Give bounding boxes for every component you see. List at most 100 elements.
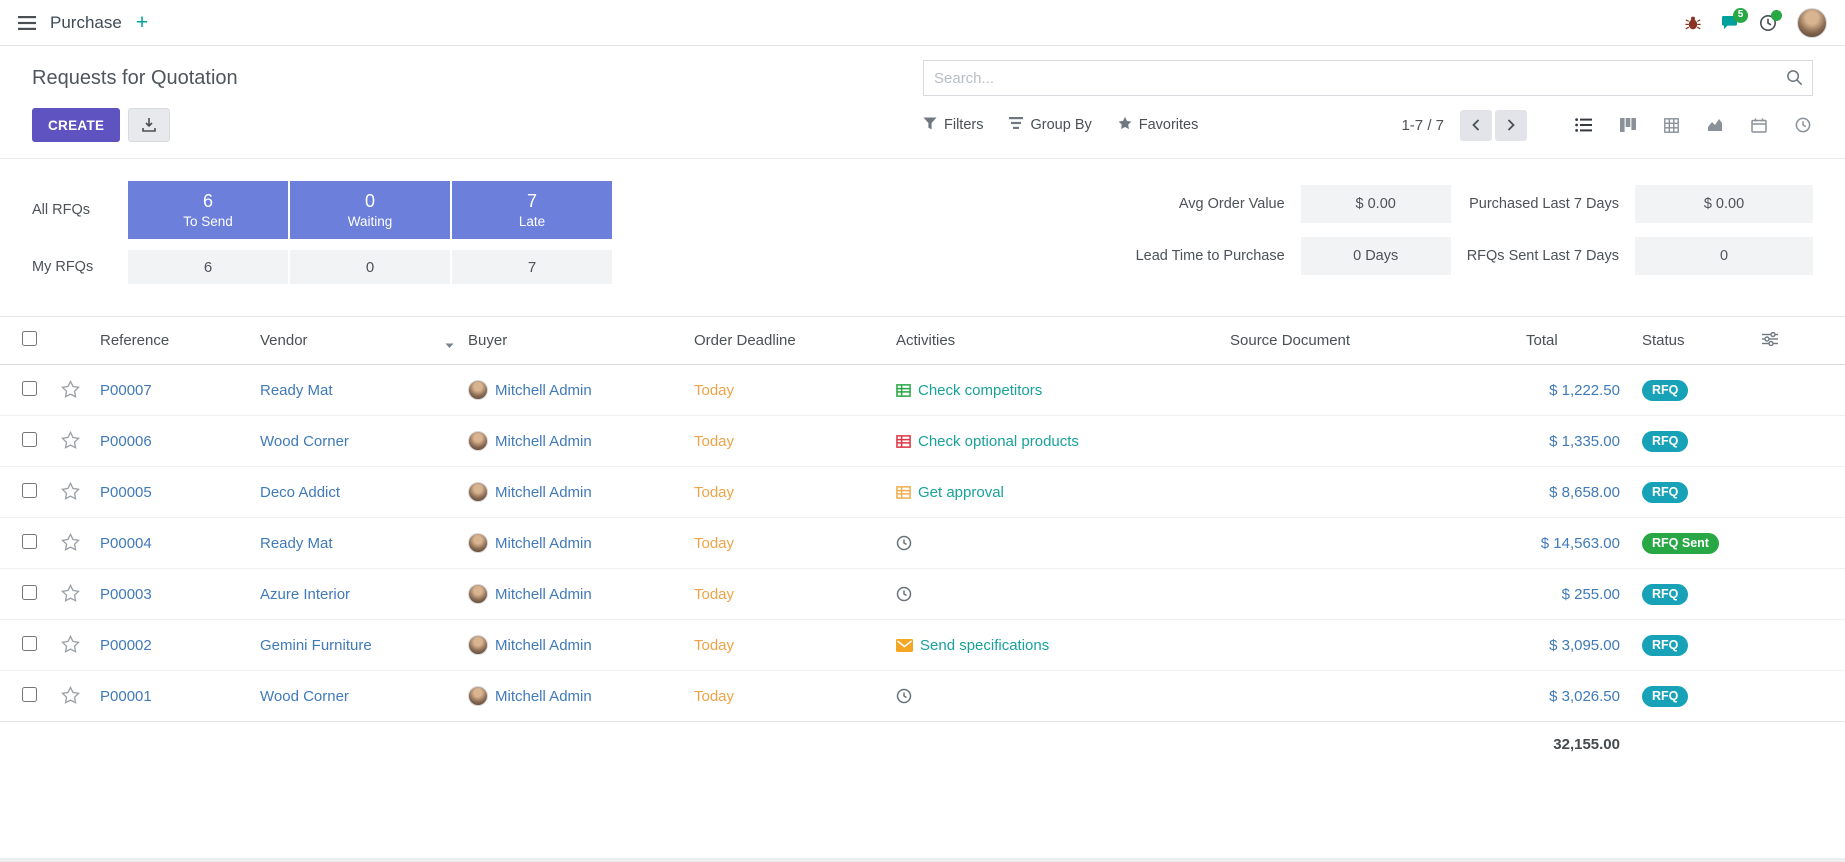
column-header-vendor[interactable]: Vendor [252, 317, 460, 365]
vendor-link[interactable]: Wood Corner [260, 688, 349, 705]
vendor-link[interactable]: Ready Mat [260, 382, 333, 399]
group-by-button[interactable]: Group By [1009, 117, 1091, 133]
favorite-star-icon[interactable] [59, 429, 82, 451]
buyer-link[interactable]: Mitchell Admin [495, 484, 592, 501]
buyer-link[interactable]: Mitchell Admin [495, 688, 592, 705]
card-my-to-send[interactable]: 6 [128, 250, 288, 284]
favorite-star-icon[interactable] [59, 378, 82, 400]
vendor-link[interactable]: Ready Mat [260, 535, 333, 552]
favorite-star-icon[interactable] [59, 582, 82, 604]
view-activity-icon[interactable] [1793, 115, 1813, 135]
total-amount: $ 255.00 [1562, 586, 1620, 603]
activity-label[interactable]: Get approval [918, 484, 1004, 501]
activities-icon[interactable] [1759, 14, 1777, 32]
user-avatar[interactable] [1797, 8, 1827, 38]
reference-link[interactable]: P00001 [100, 688, 152, 705]
stat-label-avg-order-value: Avg Order Value [1136, 196, 1285, 212]
menu-toggle-icon[interactable] [18, 16, 36, 30]
pager-previous-button[interactable] [1460, 110, 1492, 141]
table-row[interactable]: P00003 Azure Interior Mitchell Admin Tod… [0, 569, 1845, 620]
view-kanban-icon[interactable] [1618, 116, 1638, 134]
card-waiting[interactable]: 0 Waiting [290, 181, 450, 239]
activity-label[interactable]: Check competitors [918, 382, 1042, 399]
column-header-reference-label: Reference [100, 332, 169, 349]
column-header-buyer[interactable]: Buyer [460, 317, 686, 365]
table-row[interactable]: P00006 Wood Corner Mitchell Admin Today … [0, 416, 1845, 467]
table-row[interactable]: P00005 Deco Addict Mitchell Admin Today … [0, 467, 1845, 518]
plus-icon[interactable]: + [136, 12, 148, 33]
table-row[interactable]: P00007 Ready Mat Mitchell Admin Today Ch… [0, 365, 1845, 416]
row-checkbox[interactable] [22, 483, 37, 498]
activity-clock-icon[interactable] [896, 535, 912, 551]
buyer-link[interactable]: Mitchell Admin [495, 433, 592, 450]
card-late[interactable]: 7 Late [452, 181, 612, 239]
view-pivot-icon[interactable] [1662, 116, 1681, 135]
reference-link[interactable]: P00004 [100, 535, 152, 552]
view-calendar-icon[interactable] [1749, 116, 1769, 135]
row-checkbox[interactable] [22, 432, 37, 447]
vendor-link[interactable]: Gemini Furniture [260, 637, 372, 654]
reference-link[interactable]: P00003 [100, 586, 152, 603]
select-all-checkbox[interactable] [22, 331, 37, 346]
activity-clock-icon[interactable] [896, 586, 912, 602]
optional-columns-icon[interactable] [1762, 333, 1778, 350]
buyer-avatar [468, 686, 488, 706]
column-header-status-label: Status [1642, 332, 1685, 349]
activity-list-icon[interactable] [896, 383, 911, 398]
favorite-star-icon[interactable] [59, 531, 82, 553]
card-my-late[interactable]: 7 [452, 250, 612, 284]
buyer-link[interactable]: Mitchell Admin [495, 586, 592, 603]
filters-button[interactable]: Filters [923, 117, 983, 134]
favorite-star-icon[interactable] [59, 480, 82, 502]
buyer-link[interactable]: Mitchell Admin [495, 637, 592, 654]
column-header-activities[interactable]: Activities [888, 317, 1222, 365]
column-header-reference[interactable]: Reference [92, 317, 252, 365]
activity-list-icon[interactable] [896, 485, 911, 500]
card-my-waiting[interactable]: 0 [290, 250, 450, 284]
search-input[interactable] [923, 60, 1813, 96]
column-header-total[interactable]: Total [1518, 317, 1634, 365]
buyer-link[interactable]: Mitchell Admin [495, 535, 592, 552]
pager-next-button[interactable] [1495, 110, 1527, 141]
vendor-link[interactable]: Deco Addict [260, 484, 340, 501]
row-checkbox[interactable] [22, 534, 37, 549]
status-badge: RFQ [1642, 380, 1688, 401]
activity-clock-icon[interactable] [896, 688, 912, 704]
reference-link[interactable]: P00005 [100, 484, 152, 501]
activity-envelope-icon[interactable] [896, 639, 913, 652]
view-list-icon[interactable] [1573, 116, 1594, 134]
app-menu-title[interactable]: Purchase [50, 13, 122, 33]
create-button[interactable]: CREATE [32, 108, 120, 142]
reference-link[interactable]: P00007 [100, 382, 152, 399]
row-checkbox[interactable] [22, 585, 37, 600]
bug-icon[interactable] [1685, 15, 1701, 31]
row-checkbox[interactable] [22, 636, 37, 651]
column-header-source-document[interactable]: Source Document [1222, 317, 1518, 365]
row-checkbox[interactable] [22, 381, 37, 396]
search-icon[interactable] [1786, 69, 1803, 90]
favorite-star-icon[interactable] [59, 684, 82, 706]
buyer-link[interactable]: Mitchell Admin [495, 382, 592, 399]
view-graph-icon[interactable] [1705, 116, 1725, 134]
buyer-avatar [468, 635, 488, 655]
messages-icon[interactable]: 5 [1721, 15, 1739, 31]
chevron-down-icon[interactable] [445, 336, 454, 353]
column-header-status[interactable]: Status [1634, 317, 1754, 365]
row-checkbox[interactable] [22, 687, 37, 702]
favorite-star-icon[interactable] [59, 633, 82, 655]
export-button[interactable] [128, 108, 170, 142]
reference-link[interactable]: P00002 [100, 637, 152, 654]
activity-list-icon[interactable] [896, 434, 911, 449]
vendor-link[interactable]: Azure Interior [260, 586, 350, 603]
reference-link[interactable]: P00006 [100, 433, 152, 450]
buyer-avatar [468, 380, 488, 400]
table-row[interactable]: P00004 Ready Mat Mitchell Admin Today [0, 518, 1845, 569]
column-header-order-deadline[interactable]: Order Deadline [686, 317, 888, 365]
favorites-button[interactable]: Favorites [1118, 116, 1199, 134]
vendor-link[interactable]: Wood Corner [260, 433, 349, 450]
activity-label[interactable]: Check optional products [918, 433, 1079, 450]
card-to-send[interactable]: 6 To Send [128, 181, 288, 239]
activity-label[interactable]: Send specifications [920, 637, 1049, 654]
table-row[interactable]: P00001 Wood Corner Mitchell Admin Today [0, 671, 1845, 722]
table-row[interactable]: P00002 Gemini Furniture Mitchell Admin T… [0, 620, 1845, 671]
